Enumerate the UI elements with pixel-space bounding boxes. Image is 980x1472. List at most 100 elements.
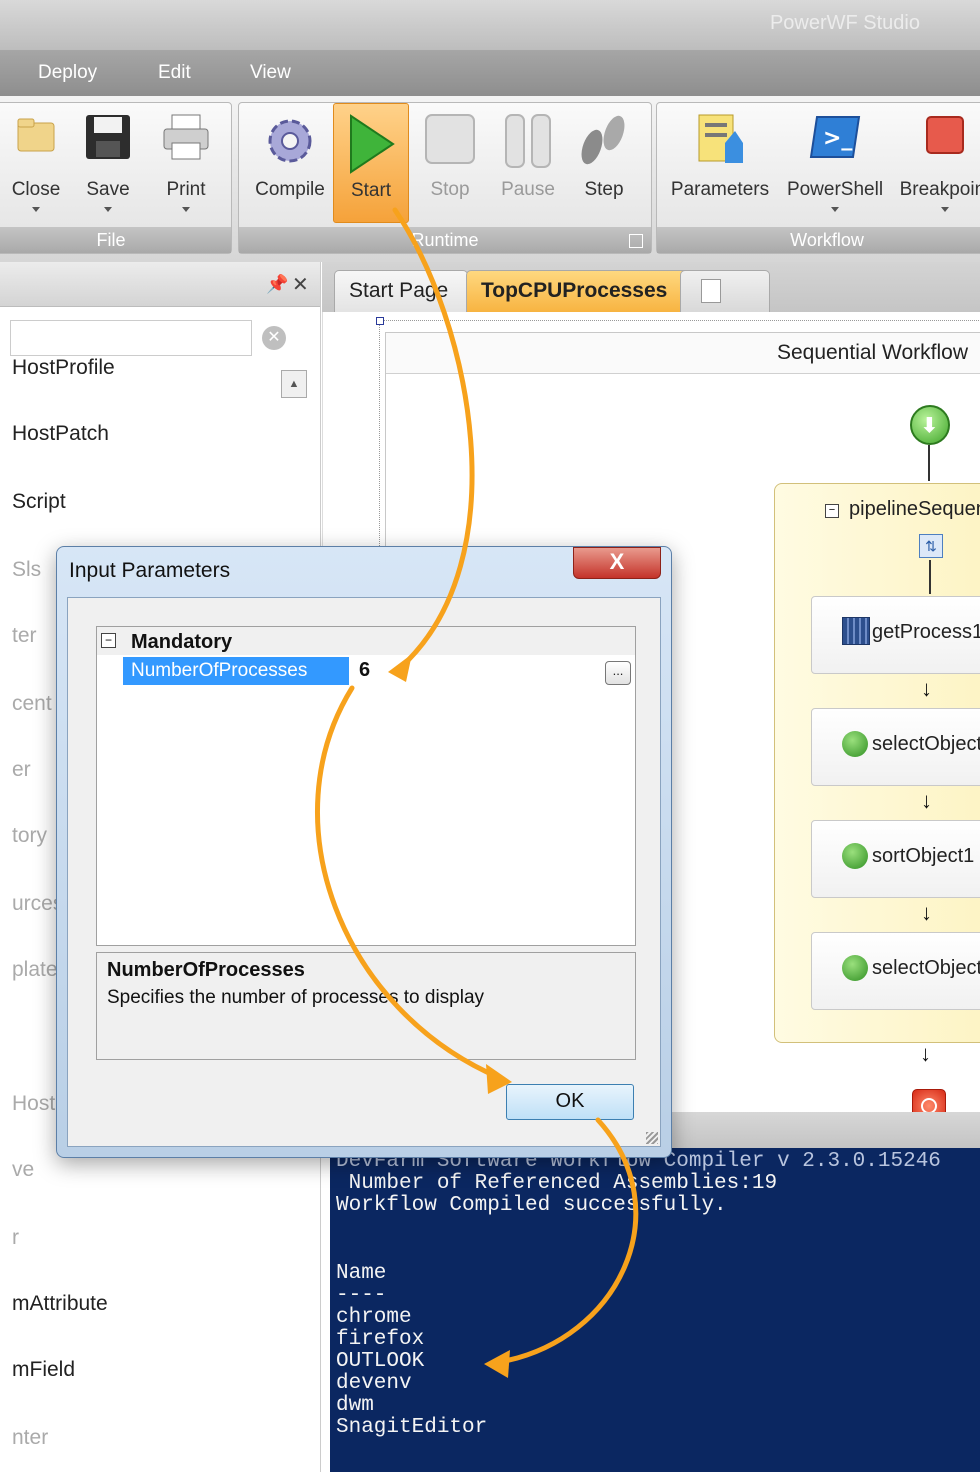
toolbox-item[interactable]: er [12,758,31,782]
save-caret-icon [104,207,112,212]
close-label: Close [11,179,61,200]
category-row: − Mandatory [97,627,635,655]
activity-label: sortObject1 [872,845,975,867]
scroll-up-icon[interactable]: ▲ [281,370,307,398]
toolbox-item[interactable]: ter [12,624,37,648]
property-value-input[interactable]: 6 [359,659,370,682]
console-line: Name [336,1262,387,1285]
powershell-button[interactable]: >_ PowerShell [781,103,889,223]
console-line: devenv [336,1372,412,1395]
menu-bar: Deploy Edit View [0,50,980,96]
step-button[interactable]: Step [569,103,639,223]
parameters-label: Parameters [670,179,770,200]
toolbox-item[interactable]: r [12,1226,19,1250]
powershell-icon: >_ [809,113,861,166]
resize-grip-icon[interactable] [646,1132,658,1144]
sequence-icon: ⇅ [919,534,943,558]
arrow-down-icon: ↓ [921,900,932,925]
console-line: SnagitEditor [336,1416,488,1439]
collapse-icon[interactable]: − [101,633,116,648]
menu-deploy[interactable]: Deploy [38,62,97,84]
description-title: NumberOfProcesses [107,959,305,981]
print-button[interactable]: Print [151,103,221,223]
new-tab-button[interactable] [680,270,770,313]
group-label-file: File [0,227,231,253]
start-button[interactable]: Start [333,103,409,223]
activity-selectobject1[interactable]: selectObject1 [811,708,980,786]
console-line: dwm [336,1394,374,1417]
activity-label: selectObject2 [872,957,980,979]
svg-text:>_: >_ [823,126,852,151]
toolbox-item[interactable]: cent [12,692,52,716]
input-parameters-dialog: Input Parameters X − Mandatory NumberOfP… [56,546,672,1158]
workflow-start-icon: ⬇ [910,405,950,445]
parameters-button[interactable]: Parameters [665,103,775,223]
cmdlet-icon [842,731,868,757]
save-button[interactable]: Save [73,103,143,223]
process-icon [842,617,870,645]
toolbox-item[interactable]: mField [12,1358,75,1382]
property-name[interactable]: NumberOfProcesses [123,657,349,685]
arrow-down-icon: ↓ [921,676,932,701]
breakpoint-button[interactable]: Breakpoint [895,103,980,223]
menu-view[interactable]: View [250,62,291,84]
breakpoint-icon [925,113,965,162]
group-label-workflow: Workflow [657,227,980,253]
activity-getprocess1[interactable]: getProcess1 [811,596,980,674]
document-tabstrip: Start Page TopCPUProcesses [322,262,980,313]
stop-button[interactable]: Stop [415,103,485,223]
arrow-down-icon: ↓ [921,788,932,813]
collapse-icon[interactable]: − [825,504,839,518]
activity-label: selectObject1 [872,733,980,755]
toolbox-item[interactable]: Script [12,490,66,514]
dialog-launcher-icon[interactable] [629,234,643,248]
toolbox-item[interactable]: mAttribute [12,1292,108,1316]
cmdlet-icon [842,955,868,981]
pause-button[interactable]: Pause [491,103,565,223]
sequence-title: pipelineSequence [849,498,980,520]
activity-sortobject1[interactable]: sortObject1 [811,820,980,898]
connector-line [929,560,931,594]
ribbon-group-runtime: Compile Start Stop Pause Step Runtime [238,102,652,254]
selection-handle[interactable] [376,317,384,325]
menu-edit[interactable]: Edit [158,62,191,84]
workflow-title: Sequential Workflow [776,341,968,364]
tab-topcpuprocesses[interactable]: TopCPUProcesses [466,270,712,313]
close-button[interactable]: Close [3,103,69,223]
output-console: DevFarm Software Workflow Compiler v 2.3… [330,1148,980,1472]
toolbox-search-input[interactable] [10,320,252,356]
clear-search-icon[interactable]: ✕ [262,326,286,350]
toolbox-item[interactable]: Sls [12,558,41,582]
toolbox-item[interactable]: HostPatch [12,422,109,446]
toolbox-item[interactable]: tory [12,824,47,848]
ok-button[interactable]: OK [506,1084,634,1120]
console-line: firefox [336,1328,425,1351]
tab-start-page[interactable]: Start Page [334,270,468,313]
console-line: Number of Referenced Assemblies:19 [336,1172,778,1195]
pipeline-sequence[interactable]: − pipelineSequence ⇅ getProcess1 ↓ selec… [774,483,980,1043]
description-text: Specifies the number of processes to dis… [107,987,485,1008]
compile-label: Compile [255,179,325,200]
pin-icon[interactable]: 📌 [266,274,288,295]
screenshot-stage: PowerWF Studio Deploy Edit View Close Sa… [0,0,980,1472]
toolbox-item[interactable]: ve [12,1158,34,1182]
ellipsis-button[interactable]: ... [605,661,631,685]
activity-label: getProcess1 [872,621,980,643]
toolbox-item[interactable]: plate [12,958,58,982]
category-label: Mandatory [131,631,233,653]
step-label: Step [584,179,624,200]
activity-selectobject2[interactable]: selectObject2 [811,932,980,1010]
property-grid: − Mandatory NumberOfProcesses 6 ... [96,626,636,946]
toolbox-item[interactable]: nter [12,1426,48,1450]
dialog-title: Input Parameters [69,559,231,582]
dialog-close-button[interactable]: X [573,547,661,579]
toolbox-item[interactable]: HostProfile [12,356,115,380]
new-document-icon [701,279,721,303]
gear-icon [262,113,318,174]
close-icon[interactable]: ✕ [292,272,309,297]
toolbox-header: 📌 ✕ [0,262,320,307]
floppy-disk-icon [84,113,132,166]
toolbox-item[interactable]: Host [12,1092,55,1116]
compile-button[interactable]: Compile [247,103,333,223]
close-caret-icon [32,207,40,212]
